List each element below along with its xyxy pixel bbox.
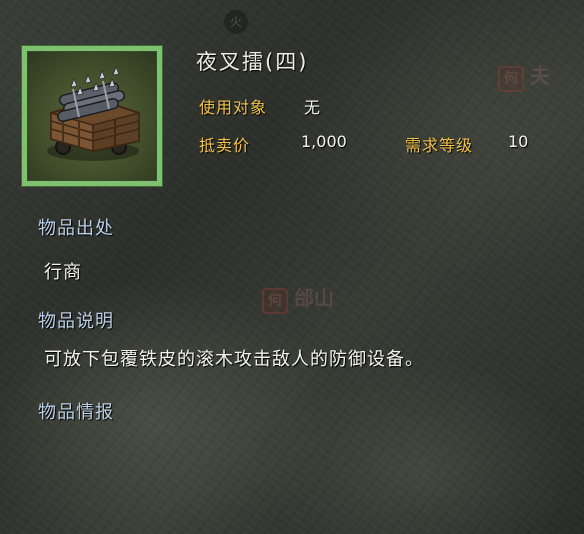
- description-section-title: 物品说明: [38, 311, 114, 332]
- required-level-label: 需求等级: [405, 136, 474, 155]
- description-text: 可放下包覆铁皮的滚木攻击敌人的防御设备。: [44, 349, 424, 370]
- sell-price-value: 1,000: [301, 132, 347, 151]
- tooltip-content: 夜叉擂(四) 使用对象 无 抵卖价 1,000 需求等级 10 物品出处 行商 …: [0, 0, 584, 534]
- sell-price-label: 抵卖价: [199, 136, 251, 155]
- info-section-title: 物品情报: [38, 402, 114, 423]
- target-label: 使用对象: [199, 98, 268, 117]
- item-tooltip: 火 何夫 何邰山 夜叉擂(四) 使用对象 无 抵卖价 1,000 需求等级 10…: [0, 0, 584, 534]
- item-name: 夜叉擂(四): [196, 50, 309, 74]
- target-value: 无: [304, 98, 321, 117]
- item-icon-frame: [22, 46, 162, 186]
- source-value: 行商: [44, 262, 82, 283]
- source-section-title: 物品出处: [38, 218, 114, 239]
- required-level-value: 10: [508, 132, 529, 151]
- siege-trap-icon: [47, 65, 140, 161]
